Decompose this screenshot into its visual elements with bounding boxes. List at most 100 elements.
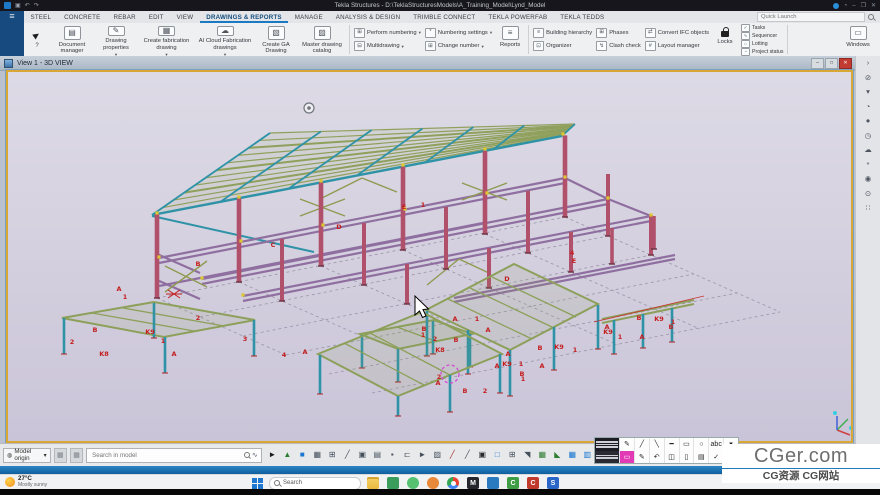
ellipse-icon[interactable]: ○	[693, 438, 708, 451]
view-close-button[interactable]: ✕	[839, 58, 852, 69]
project-status-button[interactable]: ◔Project status	[741, 48, 783, 56]
minimize-button[interactable]: –	[852, 3, 855, 9]
multidrawing-button[interactable]: ⊟Multidrawing▾	[354, 41, 421, 51]
tab-tekla-tedds[interactable]: TEKLA TEDDS	[554, 11, 611, 23]
taskbar-search[interactable]: Search	[269, 477, 361, 490]
undo-icon[interactable]: ↶	[25, 3, 30, 9]
model-viewport[interactable]: A1B234ACDE14EDBK912K8AK8B12BA1ABK91AAK91…	[6, 70, 853, 443]
tab-manage[interactable]: MANAGE	[288, 11, 329, 23]
create-fabrication-drawing-button[interactable]: ▦Create fabrication drawing▾	[138, 23, 195, 56]
account-status-icon[interactable]	[833, 3, 839, 9]
select-blue-grid-icon[interactable]: ▥	[580, 448, 595, 463]
select-grid-icon[interactable]: ▤	[370, 448, 385, 463]
select-plate-icon[interactable]: ▣	[355, 448, 370, 463]
select-rebar-icon[interactable]: ╱	[445, 448, 460, 463]
rectangle-icon[interactable]: ▭	[679, 438, 694, 451]
numbering-settings-button[interactable]: *Numbering settings▾	[425, 28, 492, 38]
dropdown-caret-icon[interactable]: ▾	[419, 31, 421, 34]
dropdown-caret-icon[interactable]: ▾	[490, 31, 492, 34]
select-assembly-icon[interactable]: □	[490, 448, 505, 463]
app-s-icon[interactable]: S	[547, 477, 559, 489]
tab-view[interactable]: VIEW	[170, 11, 200, 23]
phases-button[interactable]: ⊞Phases	[596, 28, 641, 38]
line-icon[interactable]: ╲	[649, 438, 664, 451]
tab-concrete[interactable]: CONCRETE	[58, 11, 107, 23]
save-icon[interactable]: ▣	[15, 3, 21, 9]
ai-cloud-fabrication-drawings-button[interactable]: ☁AI Cloud Fabrication drawings▾	[195, 23, 255, 56]
redo-icon[interactable]: ↷	[34, 3, 39, 9]
select-surface-icon[interactable]: ⊞	[325, 448, 340, 463]
select-view-icon[interactable]: ▨	[430, 448, 445, 463]
tab-analysis-design[interactable]: ANALYSIS & DESIGN	[329, 11, 407, 23]
trash-icon[interactable]: ▯	[679, 451, 694, 464]
model-search-input[interactable]	[90, 451, 242, 460]
tekla-red-icon[interactable]: C	[527, 477, 539, 489]
change-number-button[interactable]: ⊞Change number▾	[425, 41, 492, 51]
settings-icon[interactable]: *	[867, 161, 870, 169]
select-filter-icon[interactable]: ▲	[280, 448, 295, 463]
advanced-search-icon[interactable]: ∿	[252, 451, 258, 459]
select-line-icon[interactable]: ╱	[340, 448, 355, 463]
windows-button[interactable]: ▭Windows	[836, 23, 880, 56]
app-m-icon[interactable]: M	[467, 477, 479, 489]
close-button[interactable]: ✕	[871, 3, 876, 9]
locks-button[interactable]: Locks	[711, 23, 739, 56]
marker-icon[interactable]: ╱	[634, 438, 649, 451]
select-point-icon[interactable]: ▪	[385, 448, 400, 463]
undo-icon[interactable]: ↶	[649, 451, 664, 464]
view-minimize-button[interactable]: –	[811, 58, 824, 69]
clash-check-button[interactable]: ↯Clash check	[596, 41, 641, 51]
app-blue-icon[interactable]	[487, 477, 499, 489]
app-orange-icon[interactable]	[427, 477, 439, 489]
building-hierarchy-button[interactable]: ≡Building hierarchy	[533, 28, 592, 38]
tab-tekla-powerfab[interactable]: TEKLA POWERFAB	[482, 11, 554, 23]
highlight-rect-icon[interactable]: ▭	[619, 451, 634, 464]
history-icon[interactable]: ◷	[865, 132, 872, 140]
maximize-button[interactable]: ❐	[861, 3, 866, 9]
taskbar-weather[interactable]: 27°C Mostly sunny	[5, 476, 47, 488]
done-icon[interactable]: ✓	[708, 451, 723, 464]
capture-icon[interactable]: ▤	[693, 451, 708, 464]
select-bolt-icon[interactable]: ╱	[460, 448, 475, 463]
apps-grid-icon[interactable]: ∷	[866, 204, 871, 212]
view-window-titlebar[interactable]: View 1 - 3D VIEW – □ ✕	[0, 56, 855, 71]
target-icon[interactable]: ◉	[865, 175, 872, 183]
dropdown-caret-icon[interactable]: ▾	[481, 45, 483, 48]
tab-trimble-connect[interactable]: TRIMBLE CONNECT	[407, 11, 482, 23]
pen-icon[interactable]: ✎	[619, 438, 634, 451]
tekla-green-icon[interactable]: C	[507, 477, 519, 489]
document-manager-button[interactable]: ▤Document manager	[50, 23, 94, 56]
master-drawing-catalog-button[interactable]: ▨Master drawing catalog	[297, 23, 347, 56]
select-component-icon[interactable]: ■	[295, 448, 310, 463]
organizer-button[interactable]: ⊡Organizer	[533, 41, 592, 51]
reports-button[interactable]: ≡Reports	[494, 23, 526, 56]
tab-rebar[interactable]: REBAR	[107, 11, 142, 23]
select-green-mesh-icon[interactable]: ▦	[535, 448, 550, 463]
select-cursor-tool[interactable]: ► ?	[24, 23, 50, 56]
view-maximize-button[interactable]: □	[825, 58, 838, 69]
file-menu-button[interactable]: ≡	[0, 11, 24, 56]
search-icon[interactable]	[244, 452, 250, 458]
sequencer-button[interactable]: ∿Sequencer	[741, 32, 783, 40]
model-origin-dropdown[interactable]: ◍ Model origin ▾	[3, 448, 51, 463]
eraser-icon[interactable]: ◫	[664, 451, 679, 464]
perform-numbering-button[interactable]: ⊞Perform numbering▾	[354, 28, 421, 38]
select-object-icon[interactable]: ▣	[475, 448, 490, 463]
profile-icon[interactable]: ◔	[866, 103, 871, 111]
tab-steel[interactable]: STEEL	[24, 11, 58, 23]
coords-button-2[interactable]: ▦	[70, 448, 83, 463]
select-all-icon[interactable]: ►	[265, 448, 280, 463]
tasks-button[interactable]: ✓Tasks	[741, 24, 783, 32]
select-parts-icon[interactable]: ▦	[310, 448, 325, 463]
model-3d-scene[interactable]: A1B234ACDE14EDBK912K8AK8B12BA1ABK91AAK91…	[8, 72, 851, 441]
drawing-properties-button[interactable]: ✎Drawing properties▾	[94, 23, 138, 56]
search-icon[interactable]	[868, 14, 874, 20]
create-ga-drawing-button[interactable]: ▧Create GA Drawing	[255, 23, 297, 56]
app-dot-icon[interactable]	[407, 477, 419, 489]
clip-plane-icon[interactable]: ⊘	[865, 74, 871, 82]
windows-start-button[interactable]	[252, 478, 263, 489]
select-task-icon[interactable]: ⊞	[505, 448, 520, 463]
thick-line-icon[interactable]: ━	[664, 438, 679, 451]
select-blue-mesh-icon[interactable]: ▦	[565, 448, 580, 463]
pen2-icon[interactable]: ✎	[634, 451, 649, 464]
